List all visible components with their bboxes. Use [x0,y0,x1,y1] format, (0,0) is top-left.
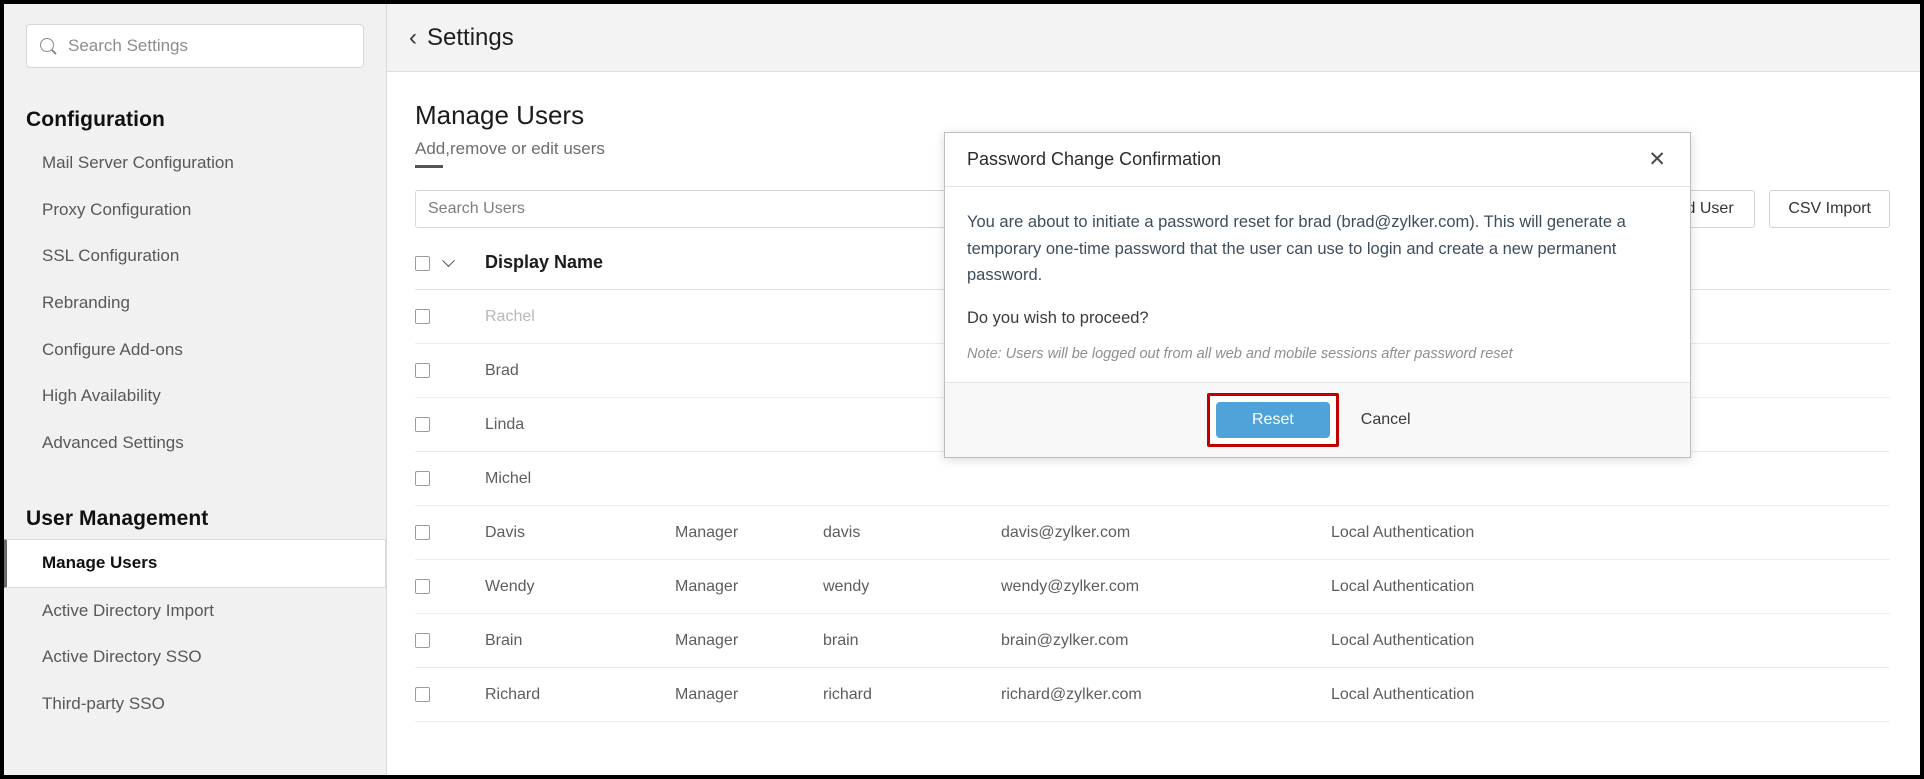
cell-login-name [823,452,1001,506]
dialog-paragraph: You are about to initiate a password res… [967,209,1668,289]
cancel-button[interactable]: Cancel [1361,411,1411,429]
search-settings-placeholder: Search Settings [68,36,188,56]
cell-role [675,290,823,344]
row-checkbox[interactable] [415,417,430,432]
cell-authentication: Local Authentication [1331,668,1890,722]
dialog-title: Password Change Confirmation [967,149,1642,170]
search-settings-input[interactable]: Search Settings [26,24,364,68]
row-checkbox[interactable] [415,363,430,378]
cell-login-name: wendy [823,560,1001,614]
cell-email: wendy@zylker.com [1001,560,1331,614]
main-panel: ‹ Settings Manage Users Add,remove or ed… [386,4,1920,775]
table-row[interactable]: WendyManagerwendywendy@zylker.comLocal A… [415,560,1890,614]
row-checkbox[interactable] [415,687,430,702]
csv-import-button[interactable]: CSV Import [1769,190,1890,228]
row-checkbox[interactable] [415,471,430,486]
cell-authentication: Local Authentication [1331,506,1890,560]
chevron-left-icon[interactable]: ‹ [409,26,417,50]
sidebar-item-high-availability[interactable]: High Availability [4,373,386,420]
dialog-note: Note: Users will be logged out from all … [967,346,1668,362]
row-checkbox[interactable] [415,525,430,540]
cell-display-name: Linda [485,398,675,452]
cell-email: davis@zylker.com [1001,506,1331,560]
row-checkbox-cell [415,614,485,668]
table-row[interactable]: DavisManagerdavisdavis@zylker.comLocal A… [415,506,1890,560]
sidebar-item-active-directory-sso[interactable]: Active Directory SSO [4,634,386,681]
row-checkbox-cell [415,290,485,344]
cell-role: Manager [675,668,823,722]
cell-role: Manager [675,614,823,668]
cell-email: brain@zylker.com [1001,614,1331,668]
sidebar-item-third-party-sso[interactable]: Third-party SSO [4,681,386,728]
close-icon[interactable]: ✕ [1642,145,1672,174]
settings-search-wrap: Search Settings [26,24,364,68]
table-row[interactable]: BrainManagerbrainbrain@zylker.comLocal A… [415,614,1890,668]
sidebar-item-active-directory-import[interactable]: Active Directory Import [4,588,386,635]
row-checkbox-cell [415,560,485,614]
row-checkbox-cell [415,506,485,560]
cell-role [675,344,823,398]
cell-authentication: Local Authentication [1331,560,1890,614]
search-users-placeholder: Search Users [428,200,525,218]
dialog-body: You are about to initiate a password res… [945,187,1690,383]
sidebar-item-configure-add-ons[interactable]: Configure Add-ons [4,327,386,374]
cell-role: Manager [675,506,823,560]
table-row[interactable]: Michel [415,452,1890,506]
column-header-role[interactable] [675,242,823,290]
cell-role [675,452,823,506]
sidebar-item-rebranding[interactable]: Rebranding [4,280,386,327]
select-all-checkbox[interactable] [415,256,430,271]
cell-display-name: Michel [485,452,675,506]
dialog-footer: Reset Cancel [945,383,1690,457]
app-window: Search Settings Configuration Mail Serve… [0,0,1924,779]
search-icon [39,37,58,56]
table-row[interactable]: RichardManagerrichardrichard@zylker.comL… [415,668,1890,722]
chevron-down-icon[interactable] [442,254,455,267]
cell-authentication [1331,452,1890,506]
cell-display-name: Rachel [485,290,675,344]
reset-button-highlight: Reset [1207,393,1339,447]
cell-role: Manager [675,560,823,614]
breadcrumb: Settings [427,24,514,52]
cell-role [675,398,823,452]
sidebar-item-advanced-settings[interactable]: Advanced Settings [4,420,386,467]
sidebar-group-title-user-management: User Management [4,507,386,531]
reset-button[interactable]: Reset [1216,402,1330,438]
cell-login-name: brain [823,614,1001,668]
cell-display-name: Davis [485,506,675,560]
sidebar-item-manage-users[interactable]: Manage Users [3,539,386,588]
row-checkbox-cell [415,344,485,398]
sidebar-item-ssl-configuration[interactable]: SSL Configuration [4,233,386,280]
cell-email: richard@zylker.com [1001,668,1331,722]
column-header-display-name[interactable]: Display Name [485,242,675,290]
row-checkbox-cell [415,668,485,722]
password-change-confirmation-dialog: Password Change Confirmation ✕ You are a… [944,132,1691,458]
cell-email [1001,452,1331,506]
cell-login-name: davis [823,506,1001,560]
cell-display-name: Brad [485,344,675,398]
row-checkbox-cell [415,398,485,452]
cell-authentication: Local Authentication [1331,614,1890,668]
title-accent-rule [415,165,443,168]
row-checkbox[interactable] [415,309,430,324]
cell-display-name: Richard [485,668,675,722]
sidebar-item-proxy-configuration[interactable]: Proxy Configuration [4,187,386,234]
search-users-input[interactable]: Search Users [415,190,955,228]
row-checkbox-cell [415,452,485,506]
sidebar-item-mail-server-configuration[interactable]: Mail Server Configuration [4,140,386,187]
sidebar-group-title-configuration: Configuration [4,108,386,132]
settings-sidebar: Search Settings Configuration Mail Serve… [4,4,386,775]
dialog-header: Password Change Confirmation ✕ [945,133,1690,187]
select-all-cell [415,242,485,290]
settings-topbar: ‹ Settings [387,4,1920,72]
dialog-question: Do you wish to proceed? [967,309,1668,328]
row-checkbox[interactable] [415,633,430,648]
row-checkbox[interactable] [415,579,430,594]
app-body: Search Settings Configuration Mail Serve… [4,4,1920,775]
page-title: Manage Users [415,100,1890,131]
cell-display-name: Brain [485,614,675,668]
cell-display-name: Wendy [485,560,675,614]
cell-login-name: richard [823,668,1001,722]
